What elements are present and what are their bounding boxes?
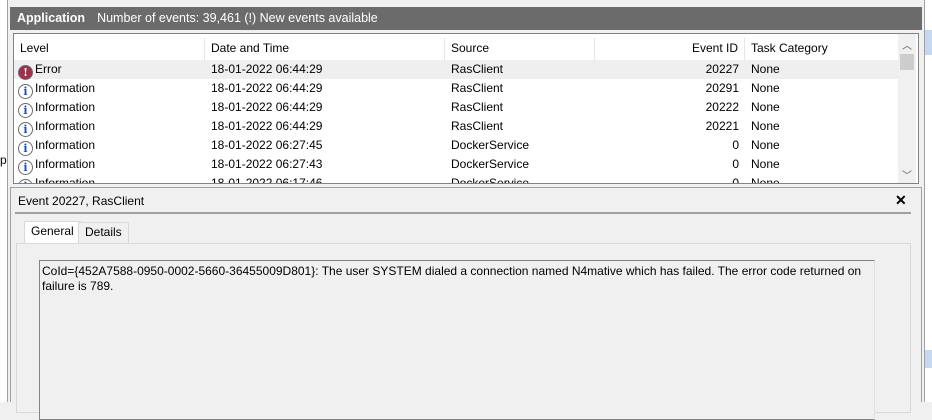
- column-header-event-id[interactable]: Event ID: [595, 38, 745, 60]
- cell-level: iInformation: [14, 136, 205, 156]
- cell-source: RasClient: [451, 100, 504, 114]
- cell-task-category: None: [751, 157, 780, 171]
- divider: [15, 212, 911, 214]
- scroll-thumb[interactable]: [900, 54, 914, 70]
- cell-task-category: None: [751, 119, 780, 133]
- info-icon: i: [18, 84, 33, 99]
- column-header-task-category[interactable]: Task Category: [745, 38, 898, 60]
- cell-source: RasClient: [451, 119, 504, 133]
- detail-title: Event 20227, RasClient: [18, 194, 145, 208]
- log-name: Application: [17, 11, 86, 25]
- cell-event-id: 20291: [705, 81, 739, 95]
- column-header-level[interactable]: Level: [14, 38, 205, 60]
- cell-task-category: None: [751, 62, 780, 76]
- level-text: Information: [35, 100, 96, 114]
- tab-panel-general: CoId={452A7588-0950-0002-5660-36455009D8…: [16, 243, 911, 420]
- info-icon: i: [18, 141, 33, 156]
- info-icon: i: [18, 179, 33, 183]
- cell-source: RasClient: [451, 62, 504, 76]
- event-detail-pane: Event 20227, RasClient ✕ CoId={452A7588-…: [10, 187, 922, 420]
- cell-event-id: 20222: [705, 100, 739, 114]
- scroll-up-icon[interactable]: ︿: [898, 37, 916, 52]
- level-text: Information: [35, 81, 96, 95]
- console-tree-pane: [0, 0, 8, 402]
- cell-event-id: 0: [732, 138, 739, 152]
- scroll-down-icon[interactable]: ﹀: [898, 167, 916, 182]
- table-row[interactable]: i Information 18-01-2022 06:44:29 RasClie…: [14, 117, 898, 137]
- cell-task-category: None: [751, 81, 780, 95]
- close-icon[interactable]: ✕: [895, 192, 907, 209]
- cell-source: DockerService: [451, 157, 530, 171]
- list-scrollbar[interactable]: ︿ ﹀: [898, 34, 916, 183]
- tab-general[interactable]: General: [24, 221, 81, 243]
- info-icon: i: [18, 160, 33, 175]
- cell-task-category: None: [751, 100, 780, 114]
- cell-task-category: None: [751, 138, 780, 152]
- tab-details[interactable]: Details: [78, 222, 129, 243]
- info-icon: i: [18, 103, 33, 118]
- cell-source: RasClient: [451, 81, 504, 95]
- log-header: Application Number of events: 39,461 (!) …: [10, 7, 922, 30]
- event-message[interactable]: CoId={452A7588-0950-0002-5660-36455009D8…: [39, 260, 875, 420]
- error-icon: !: [18, 65, 33, 80]
- info-icon: i: [18, 122, 33, 137]
- cell-date: 18-01-2022 06:17:46: [211, 176, 323, 184]
- cell-level: iInformation: [14, 79, 205, 99]
- table-row[interactable]: i Information 18-01-2022 06:27:43 DockerS…: [14, 155, 898, 175]
- table-row[interactable]: i Information 18-01-2022 06:27:45 DockerS…: [14, 136, 898, 156]
- event-count: Number of events: 39,461 (!) New events …: [97, 11, 378, 25]
- table-row[interactable]: iInformation 18-01-2022 06:17:46 DockerS…: [14, 174, 898, 184]
- event-list[interactable]: Level Date and Time Source Event ID Task…: [13, 33, 919, 184]
- cell-source: DockerService: [451, 138, 530, 152]
- cell-source: DockerService: [451, 176, 530, 184]
- cell-date: 18-01-2022 06:44:29: [211, 100, 323, 114]
- actions-pane-header: [925, 350, 932, 368]
- cell-level: iInformation: [14, 117, 205, 137]
- cell-date: 18-01-2022 06:44:29: [211, 81, 323, 95]
- cell-level: ! Error: [14, 60, 205, 80]
- cell-date: 18-01-2022 06:44:29: [211, 119, 323, 133]
- cell-event-id: 0: [732, 157, 739, 171]
- cell-level: iInformation: [14, 155, 205, 175]
- level-text: Information: [35, 176, 96, 184]
- column-header-date[interactable]: Date and Time: [205, 38, 445, 60]
- column-header-source[interactable]: Source: [445, 38, 595, 60]
- tree-text-fragment: p: [0, 153, 7, 167]
- actions-pane: [924, 0, 932, 402]
- cell-event-id: 20227: [705, 62, 739, 76]
- level-text: Error: [35, 62, 62, 76]
- level-text: Information: [35, 119, 96, 133]
- cell-event-id: 20221: [705, 119, 739, 133]
- table-row[interactable]: i Information 18-01-2022 06:44:29 RasClie…: [14, 79, 898, 99]
- level-text: Information: [35, 138, 96, 152]
- actions-pane-header: [925, 30, 932, 55]
- cell-date: 18-01-2022 06:44:29: [211, 62, 323, 76]
- cell-level: iInformation: [14, 174, 205, 184]
- table-row[interactable]: i Information 18-01-2022 06:44:29 RasClie…: [14, 98, 898, 118]
- cell-date: 18-01-2022 06:27:43: [211, 157, 323, 171]
- cell-task-category: None: [751, 176, 780, 184]
- cell-event-id: 0: [732, 176, 739, 184]
- cell-date: 18-01-2022 06:27:45: [211, 138, 323, 152]
- level-text: Information: [35, 157, 96, 171]
- table-row[interactable]: ! Error 18-01-2022 06:44:29 RasClient 202…: [14, 60, 898, 80]
- cell-level: iInformation: [14, 98, 205, 118]
